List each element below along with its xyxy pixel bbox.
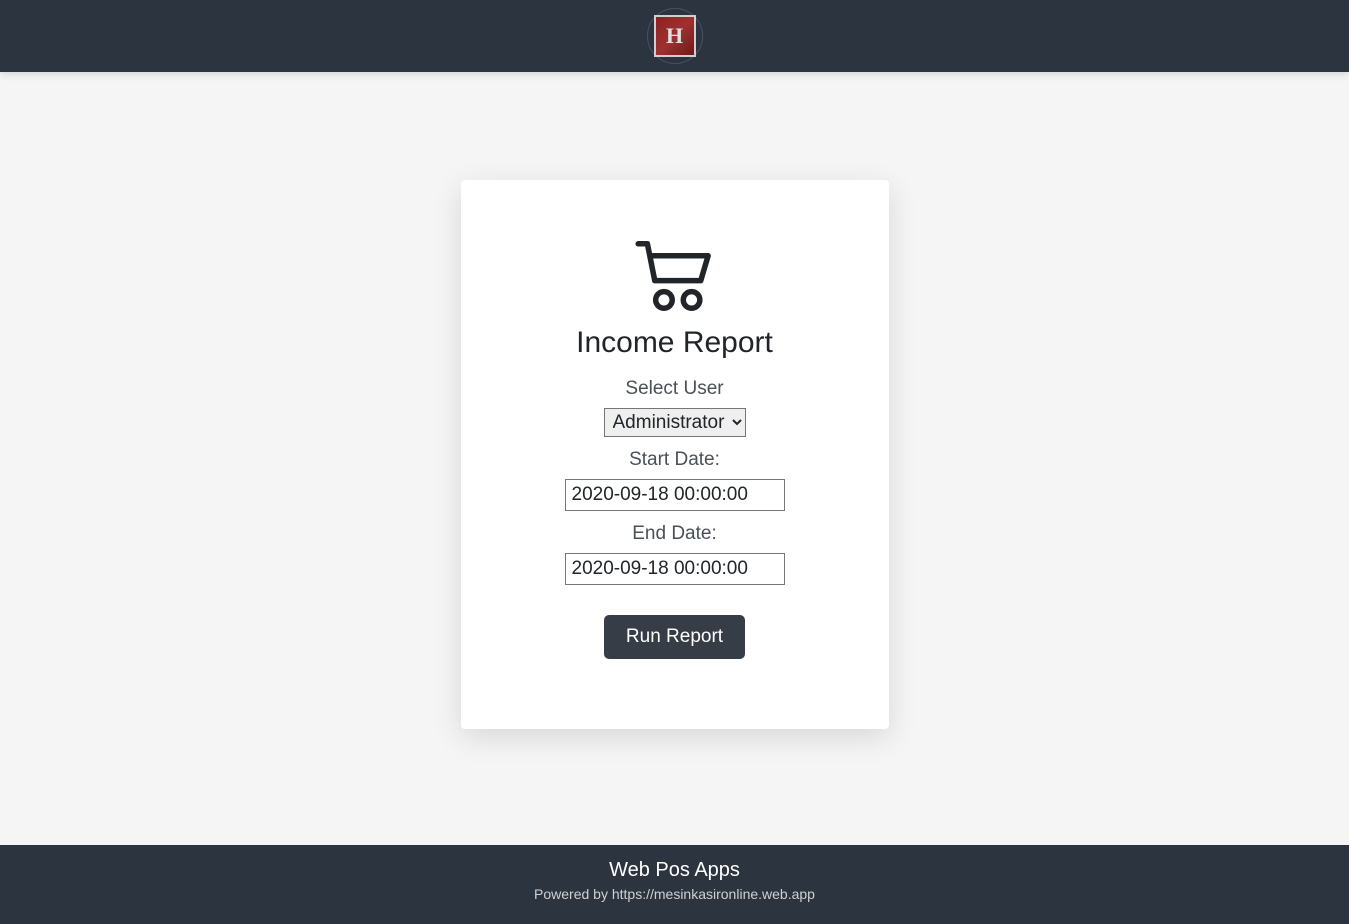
shopping-cart-icon [629,230,721,322]
app-footer: Web Pos Apps Powered by https://mesinkas… [0,845,1349,924]
end-date-label: End Date: [501,523,849,545]
logo-icon [654,15,696,57]
start-date-label: Start Date: [501,449,849,471]
income-report-card: Income Report Select User Administrator … [461,180,889,729]
user-select[interactable]: Administrator [604,408,746,437]
run-report-button[interactable]: Run Report [604,615,745,659]
select-user-label: Select User [501,378,849,400]
app-header [0,0,1349,72]
start-date-input[interactable] [565,479,785,511]
footer-subtitle: Powered by https://mesinkasironline.web.… [0,886,1349,902]
page-title: Income Report [501,326,849,360]
main-content: Income Report Select User Administrator … [0,72,1349,845]
end-date-input[interactable] [565,553,785,585]
logo-container[interactable] [647,8,703,64]
footer-title: Web Pos Apps [0,859,1349,882]
